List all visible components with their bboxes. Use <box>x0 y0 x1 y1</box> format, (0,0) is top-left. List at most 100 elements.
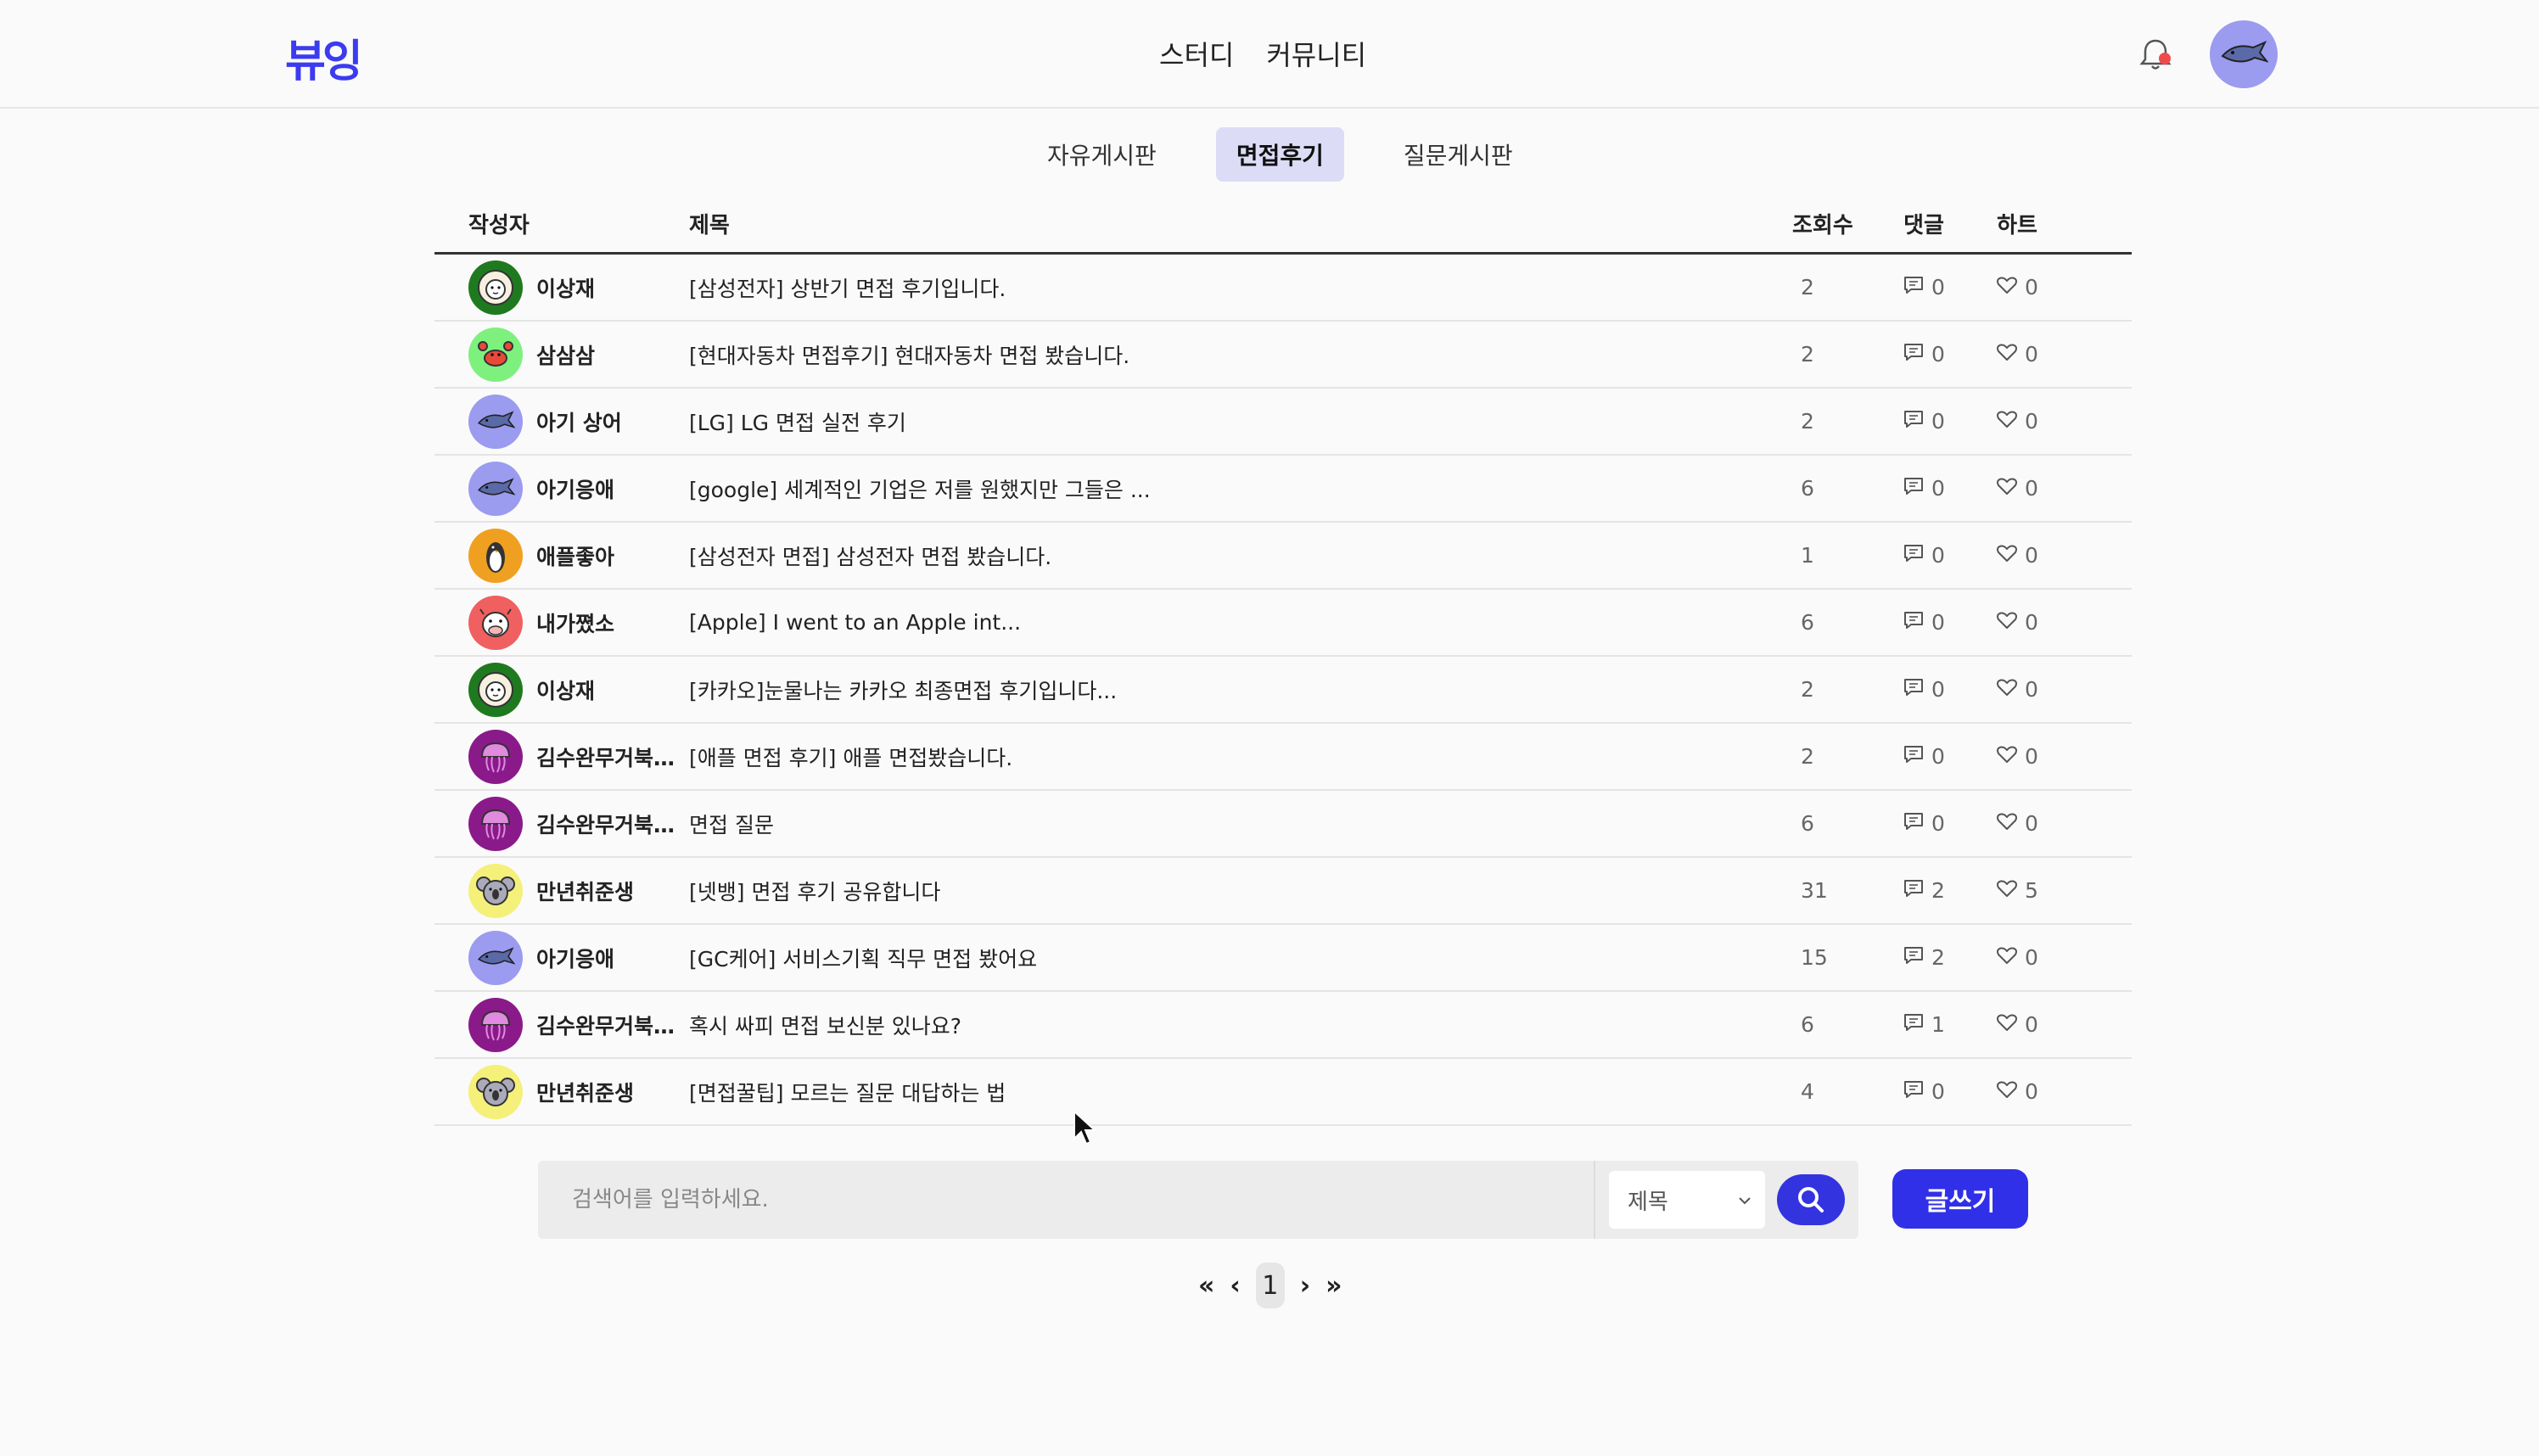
table-row[interactable]: 만년취준생 [넷뱅] 면접 후기 공유합니다 31 2 5 <box>434 858 2132 925</box>
heart-icon[interactable] <box>1996 476 2018 501</box>
comment-count-value: 0 <box>1931 677 1945 702</box>
heart-icon[interactable] <box>1996 1012 2018 1037</box>
table-row[interactable]: 삼삼삼 [현대자동차 면접후기] 현대자동차 면접 봤습니다. 2 0 0 <box>434 322 2132 389</box>
heart-count: 0 <box>1970 275 2064 300</box>
heart-icon[interactable] <box>1996 275 2018 300</box>
table-row[interactable]: 김수완무거북이와...면접 질문 6 0 0 <box>434 791 2132 858</box>
author-name[interactable]: 내가쪘소 <box>536 608 614 638</box>
search-bar: 제목 <box>538 1161 1858 1239</box>
post-title[interactable]: [면접꿀팁] 모르는 질문 대답하는 법 <box>689 1077 1792 1107</box>
last-page-button[interactable]: » <box>1326 1271 1342 1301</box>
post-title[interactable]: [LG] LG 면접 실전 후기 <box>689 406 1792 437</box>
prev-page-button[interactable]: ‹ <box>1230 1271 1240 1301</box>
heart-count: 0 <box>1970 1012 2064 1037</box>
heart-icon[interactable] <box>1996 543 2018 568</box>
author-name[interactable]: 만년취준생 <box>536 876 634 906</box>
view-count: 6 <box>1801 811 1814 836</box>
view-count: 6 <box>1801 610 1814 635</box>
heart-count-value: 0 <box>2025 811 2038 836</box>
heart-count: 0 <box>1970 610 2064 635</box>
search-input[interactable] <box>538 1161 1595 1239</box>
view-count: 6 <box>1801 1012 1814 1037</box>
author-name[interactable]: 이상재 <box>536 272 595 303</box>
table-row[interactable]: 아기응애 [google] 세계적인 기업은 저를 원했지만 그들은 ... 6 0 0 <box>434 456 2132 523</box>
table-row[interactable]: 이상재 [카카오]눈물나는 카카오 최종면접 후기입니다... 2 0 0 <box>434 657 2132 724</box>
heart-count-value: 0 <box>2025 945 2038 970</box>
app-logo[interactable]: 뷰잉 <box>285 25 363 89</box>
user-avatar[interactable] <box>2210 20 2278 88</box>
table-row[interactable]: 김수완무거북이와...혹시 싸피 면접 보신분 있나요? 6 1 0 <box>434 992 2132 1059</box>
jellyfish-avatar-icon <box>468 997 523 1052</box>
nav-community[interactable]: 커뮤니티 <box>1266 34 1366 73</box>
table-row[interactable]: 만년취준생 [면접꿀팁] 모르는 질문 대답하는 법 4 0 0 <box>434 1059 2132 1126</box>
post-title[interactable]: [애플 면접 후기] 애플 면접봤습니다. <box>689 742 1792 772</box>
heart-icon[interactable] <box>1996 1079 2018 1104</box>
author-cell: 김수완무거북이와... <box>434 997 689 1052</box>
table-row[interactable]: 아기 상어 [LG] LG 면접 실전 후기 2 0 0 <box>434 389 2132 456</box>
tab-interview-review[interactable]: 면접후기 <box>1215 127 1344 182</box>
tab-question-board[interactable]: 질문게시판 <box>1383 127 1533 182</box>
comment-count: 0 <box>1877 409 1970 434</box>
author-cell: 애플좋아 <box>434 528 689 583</box>
notification-dot <box>2159 53 2171 64</box>
heart-icon[interactable] <box>1996 744 2018 769</box>
post-title[interactable]: [google] 세계적인 기업은 저를 원했지만 그들은 ... <box>689 473 1792 504</box>
penguin-avatar-icon <box>468 528 523 583</box>
table-row[interactable]: 아기응애 [GC케어] 서비스기획 직무 면접 봤어요 15 2 0 <box>434 925 2132 992</box>
search-filter-select[interactable]: 제목 <box>1609 1171 1765 1229</box>
author-name[interactable]: 애플좋아 <box>536 540 614 571</box>
heart-count: 5 <box>1970 878 2064 903</box>
heart-count-value: 5 <box>2025 878 2038 903</box>
comment-count: 0 <box>1877 610 1970 635</box>
post-title[interactable]: [카카오]눈물나는 카카오 최종면접 후기입니다... <box>689 675 1792 705</box>
view-count: 2 <box>1801 677 1814 702</box>
post-title[interactable]: 면접 질문 <box>689 809 1792 839</box>
koala-avatar-icon <box>468 863 523 918</box>
comment-icon <box>1903 610 1925 635</box>
tab-free-board[interactable]: 자유게시판 <box>1027 127 1177 182</box>
table-row[interactable]: 김수완무거북이와...[애플 면접 후기] 애플 면접봤습니다. 2 0 0 <box>434 724 2132 791</box>
page-number-current[interactable]: 1 <box>1255 1263 1285 1308</box>
author-name[interactable]: 아기응애 <box>536 943 614 973</box>
author-name[interactable]: 만년취준생 <box>536 1077 634 1107</box>
search-button[interactable] <box>1777 1174 1845 1225</box>
post-table: 작성자 제목 조회수 댓글 하트 이상재 [삼성전자] 상반기 면접 후기입니다.… <box>434 195 2132 1126</box>
next-page-button[interactable]: › <box>1300 1271 1310 1301</box>
post-title[interactable]: [GC케어] 서비스기획 직무 면접 봤어요 <box>689 943 1792 973</box>
post-title[interactable]: 혹시 싸피 면접 보신분 있나요? <box>689 1010 1792 1040</box>
comment-count-value: 0 <box>1931 342 1945 367</box>
heart-icon[interactable] <box>1996 409 2018 434</box>
post-title[interactable]: [현대자동차 면접후기] 현대자동차 면접 봤습니다. <box>689 339 1792 370</box>
author-name[interactable]: 김수완무거북이와... <box>536 1010 689 1040</box>
table-row[interactable]: 이상재 [삼성전자] 상반기 면접 후기입니다. 2 0 0 <box>434 255 2132 322</box>
table-body: 이상재 [삼성전자] 상반기 면접 후기입니다. 2 0 0 삼삼삼 [현대자동차 면접후기… <box>434 255 2132 1126</box>
table-row[interactable]: 내가쪘소 [Apple] I went to an Apple int... 6 0 0 <box>434 590 2132 657</box>
heart-icon[interactable] <box>1996 878 2018 903</box>
author-name[interactable]: 아기 상어 <box>536 406 622 437</box>
heart-icon[interactable] <box>1996 945 2018 970</box>
comment-count: 1 <box>1877 1012 1970 1037</box>
heart-icon[interactable] <box>1996 677 2018 702</box>
table-row[interactable]: 애플좋아 [삼성전자 면접] 삼성전자 면접 봤습니다. 1 0 0 <box>434 523 2132 590</box>
write-button[interactable]: 글쓰기 <box>1892 1169 2028 1229</box>
author-name[interactable]: 이상재 <box>536 675 595 705</box>
view-count: 6 <box>1801 476 1814 501</box>
heart-count-value: 0 <box>2025 1012 2038 1037</box>
post-title[interactable]: [삼성전자 면접] 삼성전자 면접 봤습니다. <box>689 540 1792 571</box>
author-name[interactable]: 삼삼삼 <box>536 339 595 370</box>
first-page-button[interactable]: « <box>1198 1271 1214 1301</box>
heart-icon[interactable] <box>1996 342 2018 367</box>
author-name[interactable]: 김수완무거북이와... <box>536 809 689 839</box>
author-name[interactable]: 아기응애 <box>536 473 614 504</box>
heart-count: 0 <box>1970 342 2064 367</box>
nav-study[interactable]: 스터디 <box>1159 34 1234 73</box>
author-name[interactable]: 김수완무거북이와... <box>536 742 689 772</box>
heart-count-value: 0 <box>2025 409 2038 434</box>
post-title[interactable]: [Apple] I went to an Apple int... <box>689 610 1792 635</box>
comment-count: 0 <box>1877 744 1970 769</box>
heart-icon[interactable] <box>1996 811 2018 836</box>
comment-count-value: 0 <box>1931 1079 1945 1104</box>
heart-icon[interactable] <box>1996 610 2018 635</box>
post-title[interactable]: [넷뱅] 면접 후기 공유합니다 <box>689 876 1792 906</box>
post-title[interactable]: [삼성전자] 상반기 면접 후기입니다. <box>689 272 1792 303</box>
